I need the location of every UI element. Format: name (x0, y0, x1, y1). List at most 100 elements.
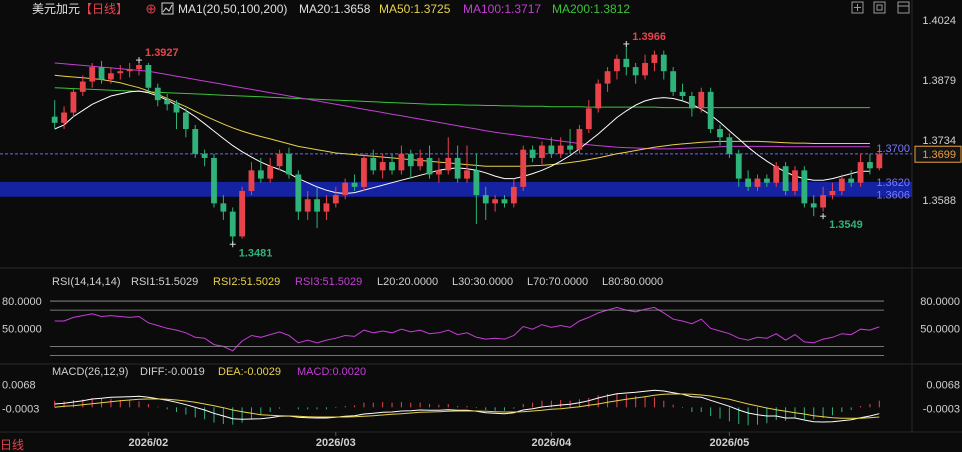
candle-body (389, 162, 395, 171)
rsi3-value: RSI3:51.5029 (295, 276, 362, 288)
x-axis-label: 2026/04 (531, 437, 572, 449)
candle-body (154, 87, 161, 101)
macd-axis-tick-right: -0.0003 (923, 403, 960, 415)
extreme-price-label: 1.3549 (829, 219, 863, 231)
candle (220, 195, 227, 220)
candle-body (351, 182, 358, 187)
candle-body (445, 157, 452, 171)
candle-body (332, 195, 339, 204)
rsi2-value: RSI2:51.5029 (213, 276, 280, 288)
candle-body (717, 129, 723, 138)
rsi-axis-tick-left: 80.0000 (2, 296, 42, 308)
period-label[interactable]: 【日线】 (80, 2, 128, 16)
candle-body (688, 95, 695, 109)
candle (445, 137, 452, 175)
candle (286, 147, 292, 179)
candle-body (201, 153, 208, 158)
candle-body (520, 149, 527, 187)
candle (651, 50, 658, 72)
candle (126, 62, 133, 78)
candle-body (773, 166, 780, 183)
candle (679, 83, 686, 101)
candle (707, 87, 714, 134)
candle-body (182, 112, 189, 130)
candle (51, 100, 58, 130)
candle (398, 145, 405, 175)
settings-icon[interactable] (146, 4, 156, 14)
indicator-icon[interactable] (161, 2, 174, 15)
candle-body (707, 91, 714, 130)
candle (361, 153, 367, 191)
candle-body (79, 81, 86, 92)
candle-body (304, 199, 311, 212)
candle-body (136, 65, 142, 70)
candle-body (164, 100, 171, 105)
candle-body (810, 203, 817, 208)
candle (211, 153, 217, 208)
candle (604, 67, 611, 92)
candle (520, 145, 527, 191)
candle-body (435, 170, 442, 175)
candle-body (473, 170, 480, 196)
candle (239, 186, 246, 239)
chart-window: 1.3927 1.3481 1.3966 1.3549 1.4024 1.3879 1.3… (0, 0, 962, 452)
candle (585, 100, 592, 134)
candle-body (482, 195, 489, 204)
candle-body (257, 170, 264, 179)
candle (248, 162, 255, 196)
rsi-axis-tick-right: 80.0000 (920, 296, 960, 308)
candle (735, 149, 742, 187)
rsi-axis-tick-right: 50.0000 (920, 323, 960, 335)
candle-body (585, 108, 592, 130)
candle (660, 50, 667, 80)
candle-body (726, 137, 733, 154)
candle-body (276, 153, 283, 167)
x-axis-label: 2026/03 (316, 437, 356, 449)
candle-body (857, 162, 864, 183)
candle-body (632, 67, 639, 76)
candle-body (108, 73, 114, 80)
macd-axis-tick-left: 0.0068 (2, 380, 36, 392)
candle-body (286, 153, 292, 175)
maximize-icon[interactable] (873, 1, 886, 14)
candle (688, 91, 695, 117)
candle (670, 67, 677, 96)
candle-body (426, 157, 433, 175)
support-band (0, 181, 912, 197)
x-axis-label: 2026/05 (709, 437, 749, 449)
candle-body (782, 166, 789, 191)
ma200-value: MA200:1.3812 (552, 2, 630, 16)
candle (623, 43, 630, 76)
candle (323, 195, 330, 220)
candle-body (70, 91, 77, 113)
candle-body (323, 203, 330, 212)
candle-body (454, 157, 461, 179)
candle (492, 195, 499, 212)
rsi-l70: L70:70.0000 (527, 276, 588, 288)
candle (229, 207, 236, 245)
rsi-l20: L20:20.0000 (377, 276, 438, 288)
candle (173, 100, 180, 130)
price-annotations: 1.3927 1.3481 1.3966 1.3549 (136, 31, 863, 259)
window-icon[interactable] (897, 1, 910, 14)
rsi-params: RSI(14,14,14) (52, 276, 120, 288)
candle-body (89, 67, 96, 82)
candle (539, 141, 545, 167)
candle-body (510, 186, 517, 204)
candle-body (698, 91, 705, 109)
expand-icon[interactable] (851, 1, 864, 14)
rsi-axis-tick-left: 50.0000 (2, 323, 42, 335)
candle (576, 124, 583, 154)
bottom-period-label[interactable]: 日线 (0, 438, 24, 452)
candle (614, 54, 620, 80)
candle-body (239, 190, 246, 237)
candle-body (126, 69, 133, 72)
price-axis-tick: 1.3879 (922, 75, 956, 87)
candle (529, 145, 536, 163)
candle-body (248, 170, 255, 191)
candle (717, 124, 723, 146)
price-axis-tick: 1.3734 (922, 135, 956, 147)
candle (257, 157, 264, 183)
candle (276, 149, 283, 171)
candle-body (539, 145, 545, 158)
